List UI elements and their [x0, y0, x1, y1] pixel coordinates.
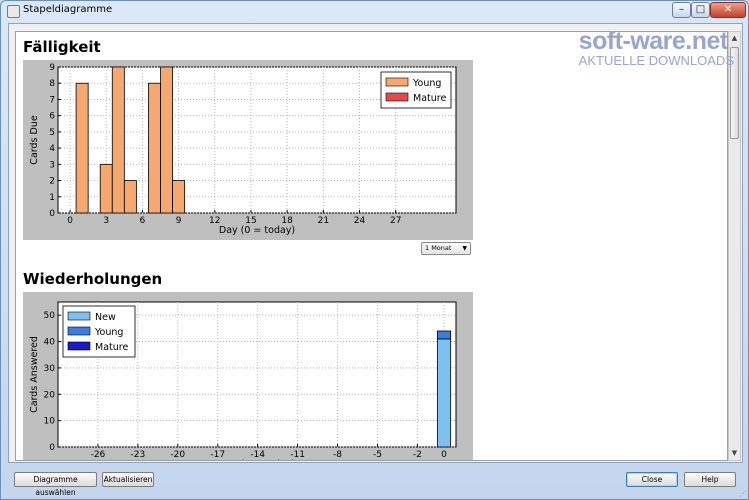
title-bar: Stapeldiagramme – □ ✕ [1, 1, 748, 21]
x-tick-label: 6 [140, 216, 146, 226]
close-button[interactable]: Close [626, 472, 678, 487]
x-tick-label: 24 [354, 216, 366, 226]
due-chart: 0 3 6 9 12 15 18 21 24 27 0 1 2 3 4 5 6 7 8 9 Day (0 = today… [23, 60, 473, 240]
x-tick-label: 3 [103, 216, 109, 226]
y-axis-label: Cards Answered [29, 336, 40, 413]
y-tick-label: 4 [49, 144, 55, 154]
x-tick-label: 9 [176, 216, 182, 226]
window-title: Stapeldiagramme [23, 4, 113, 15]
y-tick-label: 0 [49, 209, 55, 219]
graphs-scroll-area: Fälligkeit 0 3 6 9 12 15 18 21 24 27 0 1 2 3 4 5 6 7 8 9 Day… [15, 31, 728, 461]
y-tick-label: 50 [44, 311, 56, 321]
bar-young [436, 330, 452, 340]
chevron-down-icon: ▼ [462, 245, 467, 252]
x-tick-label: 27 [390, 216, 401, 226]
y-axis-label: Cards Due [29, 115, 40, 165]
period-select[interactable]: 1 Monat ▼ [421, 242, 471, 255]
legend-label: Young [412, 78, 441, 89]
legend-swatch [67, 326, 91, 336]
bar-young [160, 66, 173, 214]
x-axis-label: Day (0 = today) [219, 459, 295, 461]
y-tick-label: 30 [44, 364, 56, 374]
y-tick-label: 7 [49, 95, 55, 105]
y-tick-label: 9 [49, 63, 55, 73]
bar-young [75, 82, 89, 214]
legend-label: New [95, 312, 116, 323]
resize-grip-icon: ⋰ [739, 489, 747, 498]
app-window: Stapeldiagramme – □ ✕ Fälligkeit 0 3 6 9 12 1… [0, 0, 749, 500]
period-select-value: 1 Monat [425, 244, 452, 252]
due-section-title: Fälligkeit [23, 38, 101, 56]
reviews-chart-svg: -26 -23 -20 -17 -14 -11 -8 -5 -2 001020304050Day … [29, 301, 457, 461]
bar-young [111, 66, 125, 214]
legend-swatch [67, 341, 91, 351]
bar-young [123, 180, 137, 214]
x-tick-label: -8 [333, 450, 342, 460]
scroll-down-icon[interactable]: ▼ [729, 447, 740, 460]
x-tick-label: -5 [373, 450, 382, 460]
x-axis-label: Day (0 = today) [219, 225, 295, 236]
x-tick-label: 21 [318, 216, 329, 226]
x-tick-label: -2 [413, 450, 422, 460]
x-tick-label: -20 [170, 450, 185, 460]
x-tick-label: -26 [91, 450, 106, 460]
bar-young [172, 180, 186, 214]
y-tick-label: 20 [44, 390, 56, 400]
y-tick-label: 1 [49, 193, 55, 203]
y-tick-label: 10 [44, 417, 56, 427]
help-button[interactable]: Help [684, 472, 736, 487]
maximize-button[interactable]: □ [691, 2, 710, 18]
app-icon [7, 5, 20, 18]
legend-label: Young [94, 327, 123, 338]
vertical-scrollbar[interactable]: ▲ ▼ [728, 31, 741, 461]
watermark-tagline: AKTUELLE DOWNLOADS [578, 53, 734, 68]
minimize-button[interactable]: – [672, 2, 691, 18]
bar-young [148, 82, 161, 214]
bar-new [436, 338, 452, 448]
watermark: soft-ware.net AKTUELLE DOWNLOADS [579, 28, 734, 68]
bar-young [99, 163, 113, 214]
client-area: Fälligkeit 0 3 6 9 12 15 18 21 24 27 0 1 2 3 4 5 6 7 8 9 Day… [8, 23, 743, 463]
refresh-button[interactable]: Aktualisieren [102, 472, 154, 487]
y-tick-label: 0 [49, 443, 55, 453]
legend-label: Mature [95, 342, 128, 353]
due-chart-svg: 0 3 6 9 12 15 18 21 24 270123456789Day (0 = today… [29, 63, 457, 236]
y-tick-label: 5 [49, 128, 55, 138]
y-tick-label: 8 [49, 79, 55, 89]
reviews-chart: -26 -23 -20 -17 -14 -11 -8 -5 -2 0 0 10 20 30 40 50 Day … [23, 292, 473, 461]
x-tick-label: -23 [131, 450, 146, 460]
close-window-button[interactable]: ✕ [710, 2, 746, 18]
y-tick-label: 2 [49, 177, 55, 187]
legend-swatch [385, 77, 409, 87]
select-charts-button[interactable]: Diagramme auswählen [14, 472, 97, 497]
y-tick-label: 3 [49, 160, 55, 170]
legend-label: Mature [413, 93, 446, 104]
watermark-brand: soft-ware.net [578, 27, 729, 55]
legend-swatch [385, 92, 409, 102]
x-tick-label: 0 [441, 450, 447, 460]
x-tick-label: 0 [67, 216, 73, 226]
y-tick-label: 40 [44, 338, 56, 348]
y-tick-label: 6 [49, 112, 55, 122]
reviews-section-title: Wiederholungen [23, 270, 163, 288]
legend-swatch [67, 311, 91, 321]
